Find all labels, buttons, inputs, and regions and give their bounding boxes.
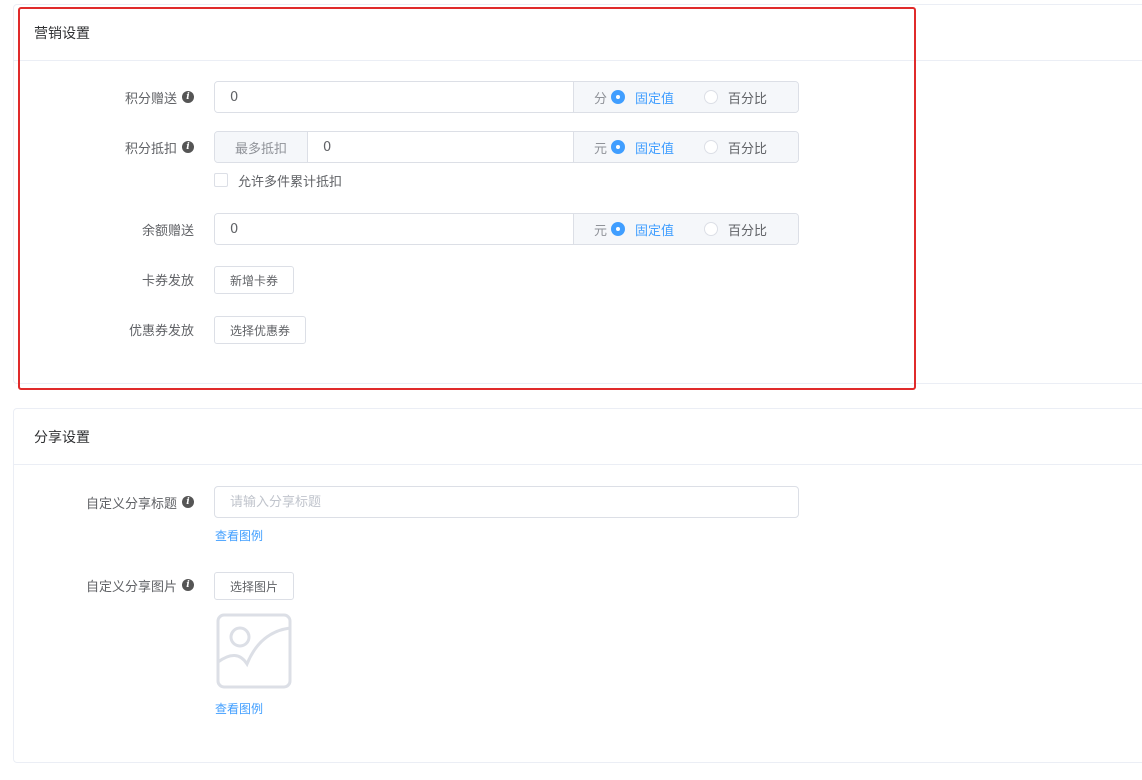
coupon-issue-label-wrap: 优惠券发放 — [0, 314, 194, 344]
points-deduct-label-wrap: 积分抵扣 i — [0, 131, 194, 163]
radio-label: 百分比 — [728, 223, 768, 239]
select-coupon-button[interactable]: 选择优惠券 — [214, 316, 307, 344]
radio-label: 固定值 — [635, 91, 675, 107]
radio-checked-icon — [611, 140, 626, 154]
coupon-issue-label: 优惠券发放 — [128, 323, 194, 339]
card-issue-row: 卡券发放 新增卡券 — [0, 264, 820, 296]
share-settings-title: 分享设置 — [14, 409, 1142, 465]
radio-label: 固定值 — [635, 223, 675, 239]
points-deduct-prepend: 最多抵扣 — [215, 132, 308, 162]
radio-unchecked-icon — [704, 222, 719, 236]
info-icon[interactable]: i — [182, 91, 194, 103]
info-icon[interactable]: i — [182, 496, 194, 508]
image-placeholder-icon — [216, 613, 292, 689]
points-gift-input[interactable] — [215, 82, 573, 112]
image-placeholder[interactable] — [214, 611, 294, 691]
points-gift-row: 积分赠送 i 分 固定值 百分比 — [0, 81, 820, 113]
share-title-label-wrap: 自定义分享标题 i — [0, 486, 194, 518]
points-gift-type-selector: 分 固定值 百分比 — [573, 82, 798, 112]
radio-fixed-value[interactable]: 固定值 — [611, 138, 674, 157]
radio-percentage[interactable]: 百分比 — [704, 138, 767, 157]
points-deduct-row: 积分抵扣 i 最多抵扣 元 固定值 百分比 — [0, 131, 820, 163]
balance-gift-input[interactable] — [215, 214, 573, 244]
radio-fixed-value[interactable]: 固定值 — [611, 88, 674, 107]
points-deduct-input-group: 最多抵扣 元 固定值 百分比 — [214, 131, 799, 163]
points-deduct-type-selector: 元 固定值 百分比 — [573, 132, 798, 162]
info-icon[interactable]: i — [182, 579, 194, 591]
view-example-link[interactable]: 查看图例 — [215, 700, 263, 717]
card-issue-label-wrap: 卡券发放 — [0, 264, 194, 294]
share-title-row: 自定义分享标题 i — [0, 486, 820, 518]
card-issue-label: 卡券发放 — [141, 273, 194, 289]
points-deduct-label: 积分抵扣 — [124, 141, 177, 157]
points-gift-unit: 分 — [594, 91, 608, 107]
radio-percentage[interactable]: 百分比 — [704, 220, 767, 239]
share-title-input[interactable] — [214, 486, 799, 518]
add-card-button[interactable]: 新增卡券 — [214, 266, 295, 294]
balance-gift-type-selector: 元 固定值 百分比 — [573, 214, 798, 244]
allow-multi-deduct-label: 允许多件累计抵扣 — [238, 174, 343, 190]
balance-gift-row: 余额赠送 元 固定值 百分比 — [0, 213, 820, 245]
view-example-link[interactable]: 查看图例 — [215, 527, 263, 544]
allow-multi-deduct-checkbox[interactable]: 允许多件累计抵扣 — [214, 171, 343, 190]
points-gift-label: 积分赠送 — [124, 91, 177, 107]
radio-percentage[interactable]: 百分比 — [704, 88, 767, 107]
radio-label: 固定值 — [635, 141, 675, 157]
radio-checked-icon — [611, 90, 626, 104]
balance-gift-input-group: 元 固定值 百分比 — [214, 213, 799, 245]
coupon-issue-row: 优惠券发放 选择优惠券 — [0, 314, 820, 346]
select-image-button[interactable]: 选择图片 — [214, 572, 295, 600]
share-image-label-wrap: 自定义分享图片 i — [0, 570, 194, 600]
balance-gift-label-wrap: 余额赠送 — [0, 213, 194, 245]
radio-label: 百分比 — [728, 91, 768, 107]
checkbox-unchecked-icon — [214, 173, 228, 187]
radio-unchecked-icon — [704, 140, 719, 154]
radio-unchecked-icon — [704, 90, 719, 104]
info-icon[interactable]: i — [182, 141, 194, 153]
points-gift-input-group: 分 固定值 百分比 — [214, 81, 799, 113]
balance-gift-unit: 元 — [594, 223, 608, 239]
points-gift-label-wrap: 积分赠送 i — [0, 81, 194, 113]
points-deduct-unit: 元 — [594, 141, 608, 157]
share-image-label: 自定义分享图片 — [85, 579, 177, 595]
points-deduct-input[interactable] — [308, 132, 573, 162]
balance-gift-label: 余额赠送 — [141, 223, 194, 239]
radio-checked-icon — [611, 222, 626, 236]
radio-label: 百分比 — [728, 141, 768, 157]
marketing-settings-title: 营销设置 — [14, 5, 1142, 61]
share-image-row: 自定义分享图片 i 选择图片 — [0, 570, 820, 602]
radio-fixed-value[interactable]: 固定值 — [611, 220, 674, 239]
share-title-label: 自定义分享标题 — [85, 496, 177, 512]
